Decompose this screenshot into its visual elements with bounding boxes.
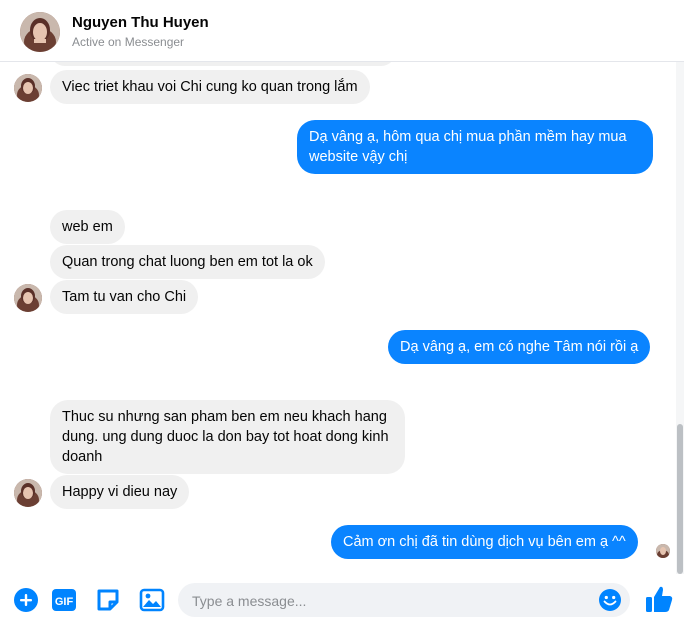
- sender-avatar[interactable]: [14, 479, 42, 507]
- plus-icon[interactable]: [13, 587, 39, 613]
- message-input[interactable]: [190, 583, 594, 619]
- message-bubble-incoming[interactable]: Tam tu van cho Chi: [50, 280, 199, 314]
- sender-avatar[interactable]: [14, 284, 42, 312]
- message-bubble-incoming[interactable]: Quan trong chat luong ben em tot la ok: [50, 245, 325, 279]
- active-status: Active on Messenger: [72, 35, 185, 49]
- message-bubble-incoming[interactable]: Viec triet khau voi Chi cung ko quan tro…: [50, 70, 370, 104]
- emoji-icon[interactable]: [598, 588, 622, 612]
- message-bubble-incoming[interactable]: Thuc su nhưng san pham ben em neu khach …: [50, 400, 405, 474]
- contact-name[interactable]: Nguyen Thu Huyen: [72, 14, 209, 31]
- sender-avatar[interactable]: [14, 74, 42, 102]
- message-bubble-outgoing[interactable]: Dạ vâng ạ, hôm qua chị mua phần mềm hay …: [297, 120, 653, 174]
- contact-avatar[interactable]: [20, 12, 60, 52]
- message-bubble-incoming[interactable]: Happy vi dieu nay: [50, 475, 190, 509]
- message-list[interactable]: Viec triet khau voi Chi cung ko quan tro…: [0, 62, 674, 574]
- seen-receipt-avatar: [656, 544, 670, 558]
- gif-label: GIF: [55, 596, 74, 608]
- message-bubble-outgoing[interactable]: Dạ vâng ạ, em có nghe Tâm nói rồi ạ: [388, 330, 651, 364]
- conversation-header: Nguyen Thu Huyen Active on Messenger: [0, 0, 684, 62]
- image-icon[interactable]: [139, 587, 165, 613]
- sticker-icon[interactable]: [95, 587, 121, 613]
- message-input-wrapper[interactable]: [178, 583, 630, 619]
- gif-icon[interactable]: GIF: [51, 587, 77, 613]
- composer-bar: GIF: [0, 575, 684, 625]
- message-bubble-partial: [50, 62, 396, 66]
- thumbs-up-icon[interactable]: [645, 584, 673, 614]
- message-bubble-incoming[interactable]: web em: [50, 210, 125, 244]
- scrollbar-thumb[interactable]: [677, 424, 683, 574]
- message-bubble-outgoing[interactable]: Cảm ơn chị đã tin dùng dịch vụ bên em ạ …: [331, 525, 638, 559]
